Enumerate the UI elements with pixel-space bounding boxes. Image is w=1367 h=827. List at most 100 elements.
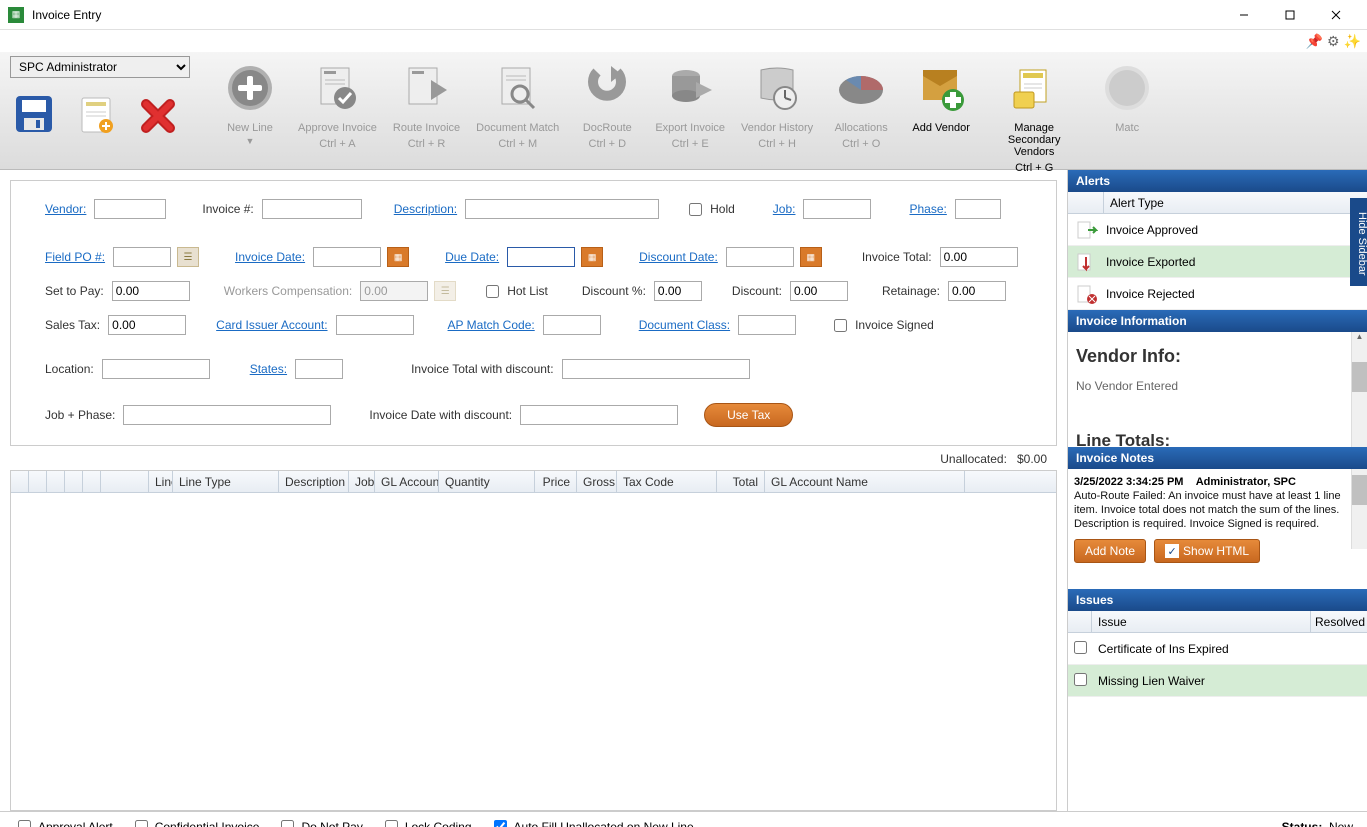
description-label[interactable]: Description: <box>394 202 457 216</box>
hot-list-checkbox[interactable] <box>486 285 499 298</box>
hold-checkbox[interactable] <box>689 203 702 216</box>
field-po-picker-icon[interactable]: ☰ <box>177 247 199 267</box>
issue-row[interactable]: Certificate of Ins Expired <box>1068 633 1367 665</box>
invoice-total-input[interactable] <box>940 247 1018 267</box>
hide-sidebar-button[interactable]: Hide Sidebar <box>1350 198 1367 286</box>
field-po-label[interactable]: Field PO #: <box>45 250 105 264</box>
due-date-input[interactable] <box>507 247 575 267</box>
ap-match-label[interactable]: AP Match Code: <box>448 318 535 332</box>
invoice-info-body: Vendor Info: No Vendor Entered Line Tota… <box>1068 332 1367 447</box>
invoice-date-calendar-icon[interactable]: ▦ <box>387 247 409 267</box>
gear-icon[interactable]: ⚙ <box>1327 33 1340 50</box>
grid-col-line-type[interactable]: Line Type <box>173 471 279 492</box>
grid-col-gl-account[interactable]: GL Account <box>375 471 439 492</box>
auto-fill-checkbox[interactable]: Auto Fill Unallocated on New Line <box>490 817 694 827</box>
invoice-info-header: Invoice Information <box>1068 310 1367 332</box>
states-input[interactable] <box>295 359 343 379</box>
inv-date-disc-label: Invoice Date with discount: <box>369 408 512 422</box>
confidential-checkbox[interactable]: Confidential Invoice <box>131 817 260 827</box>
grid-body[interactable] <box>11 493 1056 810</box>
alerts-header: Alerts <box>1068 170 1367 192</box>
quick-icons: 📌 ⚙ ✨ <box>0 30 1367 52</box>
job-phase-input[interactable] <box>123 405 331 425</box>
alert-row[interactable]: Invoice Exported <box>1068 246 1367 278</box>
ribbon-icon <box>745 56 809 120</box>
grid-col-total[interactable]: Total <box>717 471 765 492</box>
grid-col-price[interactable]: Price <box>535 471 577 492</box>
set-to-pay-input[interactable] <box>112 281 190 301</box>
discount-date-calendar-icon[interactable]: ▦ <box>800 247 822 267</box>
pin-icon[interactable]: 📌 <box>1306 33 1323 50</box>
show-html-toggle[interactable]: ✓Show HTML <box>1154 539 1260 563</box>
grid-col-job[interactable]: Job <box>349 471 375 492</box>
location-input[interactable] <box>102 359 210 379</box>
retainage-input[interactable] <box>948 281 1006 301</box>
unallocated-row: Unallocated: $0.00 <box>10 446 1057 470</box>
delete-button[interactable] <box>134 90 182 138</box>
inv-total-disc-input[interactable] <box>562 359 750 379</box>
grid-col-tax-code[interactable]: Tax Code <box>617 471 717 492</box>
inv-date-disc-input[interactable] <box>520 405 678 425</box>
save-button[interactable] <box>10 90 58 138</box>
notes-scrollbar[interactable] <box>1351 469 1367 549</box>
due-date-calendar-icon[interactable]: ▦ <box>581 247 603 267</box>
invoice-new-button[interactable] <box>72 90 120 138</box>
states-label[interactable]: States: <box>250 362 287 376</box>
vendor-info-sub: No Vendor Entered <box>1076 379 1359 393</box>
minimize-button[interactable] <box>1221 0 1267 30</box>
invoice-date-input[interactable] <box>313 247 381 267</box>
issue-col: Issue <box>1092 611 1311 632</box>
workers-comp-picker-icon: ☰ <box>434 281 456 301</box>
grid-col-description[interactable]: Description <box>279 471 349 492</box>
ribbon-allocations: Allocations Ctrl + O <box>821 56 901 174</box>
description-input[interactable] <box>465 199 659 219</box>
alert-row[interactable]: Invoice Approved <box>1068 214 1367 246</box>
set-to-pay-label: Set to Pay: <box>45 284 104 298</box>
sales-tax-input[interactable] <box>108 315 186 335</box>
lock-coding-checkbox[interactable]: Lock Coding <box>381 817 472 827</box>
vendor-input[interactable] <box>94 199 166 219</box>
grid-col-quantity[interactable]: Quantity <box>439 471 535 492</box>
discount-pct-input[interactable] <box>654 281 702 301</box>
wand-icon[interactable]: ✨ <box>1344 33 1361 50</box>
do-not-pay-checkbox[interactable]: Do Not Pay <box>277 817 362 827</box>
invoice-signed-checkbox[interactable] <box>834 319 847 332</box>
discount-date-label[interactable]: Discount Date: <box>639 250 718 264</box>
add-note-button[interactable]: Add Note <box>1074 539 1146 563</box>
issue-checkbox[interactable] <box>1074 641 1087 654</box>
issue-row[interactable]: Missing Lien Waiver <box>1068 665 1367 697</box>
invoice-num-input[interactable] <box>262 199 362 219</box>
discount-input[interactable] <box>790 281 848 301</box>
ribbon-manage-secondary-vendors[interactable]: Manage Secondary Vendors Ctrl + G <box>981 56 1087 174</box>
phase-label[interactable]: Phase: <box>909 202 946 216</box>
maximize-button[interactable] <box>1267 0 1313 30</box>
close-button[interactable] <box>1313 0 1359 30</box>
job-label[interactable]: Job: <box>773 202 796 216</box>
ap-match-input[interactable] <box>543 315 601 335</box>
doc-class-input[interactable] <box>738 315 796 335</box>
ribbon-add-vendor[interactable]: Add Vendor <box>901 56 981 174</box>
alert-row[interactable]: Invoice Rejected <box>1068 278 1367 310</box>
invoice-date-label[interactable]: Invoice Date: <box>235 250 305 264</box>
approval-alert-checkbox[interactable]: Approval Alert <box>14 817 113 827</box>
vendor-label[interactable]: Vendor: <box>45 202 86 216</box>
card-issuer-label[interactable]: Card Issuer Account: <box>216 318 327 332</box>
info-scrollbar[interactable]: ▲ <box>1351 332 1367 447</box>
grid-col-gl-account-name[interactable]: GL Account Name <box>765 471 965 492</box>
title-bar: ▦ Invoice Entry <box>0 0 1367 30</box>
field-po-input[interactable] <box>113 247 171 267</box>
doc-class-label[interactable]: Document Class: <box>639 318 730 332</box>
phase-input[interactable] <box>955 199 1001 219</box>
invoice-notes-header: Invoice Notes <box>1068 447 1367 469</box>
admin-select[interactable]: SPC Administrator <box>10 56 190 78</box>
discount-date-input[interactable] <box>726 247 794 267</box>
card-issuer-input[interactable] <box>336 315 414 335</box>
ribbon-icon <box>218 56 282 120</box>
grid-col-line[interactable]: Line <box>149 471 173 492</box>
due-date-label[interactable]: Due Date: <box>445 250 499 264</box>
issue-checkbox[interactable] <box>1074 673 1087 686</box>
use-tax-button[interactable]: Use Tax <box>704 403 793 427</box>
job-input[interactable] <box>803 199 871 219</box>
ribbon-approve-invoice: Approve Invoice Ctrl + A <box>290 56 385 174</box>
grid-col-gross[interactable]: Gross <box>577 471 617 492</box>
